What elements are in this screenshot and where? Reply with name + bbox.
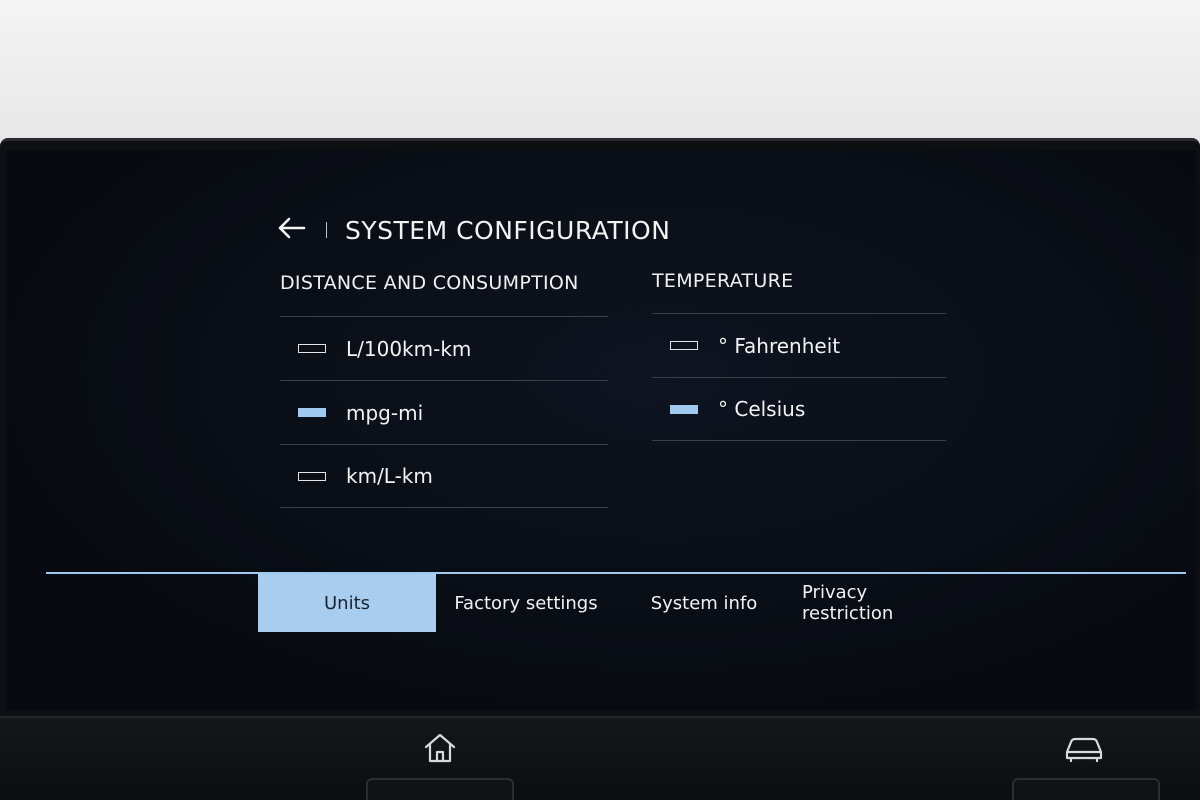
tab-privacy-restriction[interactable]: Privacy restriction bbox=[792, 574, 972, 632]
arrow-left-icon bbox=[276, 216, 306, 244]
distance-option-kml[interactable]: km/L-km bbox=[280, 444, 608, 508]
temperature-heading: TEMPERATURE bbox=[652, 270, 794, 292]
option-label: ° Celsius bbox=[718, 397, 806, 421]
option-label: ° Fahrenheit bbox=[718, 333, 841, 358]
home-button[interactable] bbox=[420, 730, 460, 770]
distance-heading: DISTANCE AND CONSUMPTION bbox=[280, 272, 579, 294]
page-header: SYSTEM CONFIGURATION bbox=[276, 210, 670, 250]
distance-option-mpg[interactable]: mpg-mi bbox=[280, 380, 608, 444]
background-wall bbox=[0, 0, 1200, 150]
temperature-options: ° Fahrenheit ° Celsius bbox=[652, 313, 946, 441]
title-separator bbox=[326, 222, 327, 238]
tab-system-info[interactable]: System info bbox=[616, 574, 792, 632]
distance-options: L/100km-km mpg-mi km/L-km bbox=[280, 316, 608, 508]
distance-option-l100km[interactable]: L/100km-km bbox=[280, 316, 608, 380]
tab-bar: Units Factory settings System info Priva… bbox=[258, 574, 972, 632]
option-label: mpg-mi bbox=[346, 400, 424, 425]
home-icon bbox=[420, 733, 460, 770]
option-label: km/L-km bbox=[346, 464, 433, 488]
temperature-option-celsius[interactable]: ° Celsius bbox=[652, 377, 946, 441]
radio-indicator bbox=[298, 471, 326, 481]
back-button[interactable] bbox=[276, 213, 310, 247]
radio-indicator bbox=[298, 344, 326, 353]
car-icon bbox=[1062, 737, 1106, 768]
radio-indicator-selected bbox=[670, 404, 698, 414]
radio-indicator-selected bbox=[298, 408, 326, 417]
option-label: L/100km-km bbox=[346, 336, 472, 361]
radio-indicator bbox=[670, 341, 698, 350]
tab-units[interactable]: Units bbox=[258, 574, 436, 632]
hardware-ridge-right bbox=[1012, 778, 1160, 800]
page-title: SYSTEM CONFIGURATION bbox=[345, 215, 671, 245]
hardware-ridge-left bbox=[366, 778, 514, 800]
tab-factory-settings[interactable]: Factory settings bbox=[436, 574, 616, 632]
vehicle-button[interactable] bbox=[1062, 732, 1106, 768]
temperature-option-fahrenheit[interactable]: ° Fahrenheit bbox=[652, 313, 946, 377]
